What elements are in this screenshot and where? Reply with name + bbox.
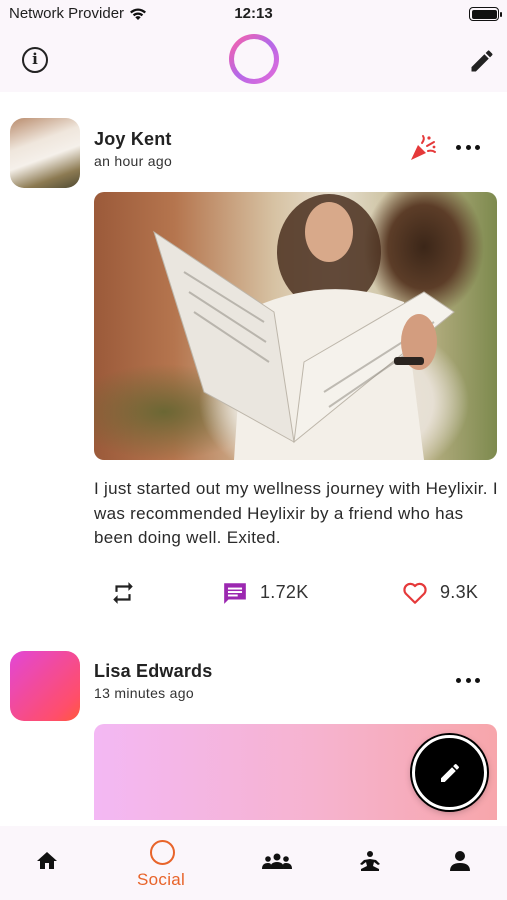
status-bar: Network Provider 12:13 (0, 0, 507, 28)
create-post-button[interactable] (412, 735, 487, 810)
meditation-icon[interactable] (357, 850, 383, 874)
avatar[interactable] (10, 651, 80, 721)
post-time: an hour ago (94, 153, 173, 169)
social-ring-icon[interactable] (150, 840, 175, 865)
post-author[interactable]: Joy Kent (94, 129, 172, 150)
like-count: 9.3K (440, 582, 479, 602)
repost-icon[interactable] (110, 580, 136, 606)
celebrate-icon[interactable] (408, 133, 438, 163)
more-options-icon[interactable] (456, 142, 480, 152)
post-actions: 1.72K 9.3K (0, 578, 507, 608)
battery-icon (469, 7, 502, 21)
post-time: 13 minutes ago (94, 685, 194, 701)
post-author[interactable]: Lisa Edwards (94, 661, 212, 682)
edit-icon[interactable] (468, 47, 496, 75)
post-image[interactable] (94, 192, 497, 460)
avatar[interactable] (10, 118, 80, 188)
status-time: 12:13 (234, 5, 273, 22)
app-header: i (0, 28, 507, 92)
profile-icon[interactable] (448, 848, 472, 874)
heart-icon[interactable] (402, 581, 428, 605)
post-text: I just started out my wellness journey w… (94, 479, 498, 547)
nav-label-social[interactable]: Social (137, 870, 185, 890)
groups-icon[interactable] (261, 852, 293, 872)
home-icon[interactable] (35, 849, 59, 873)
edit-icon (441, 763, 460, 782)
reading-woman-illustration (153, 194, 455, 460)
comment-icon[interactable] (222, 581, 248, 605)
info-icon[interactable]: i (22, 47, 48, 73)
comment-count: 1.72K (260, 582, 309, 602)
app-logo[interactable] (229, 34, 279, 84)
bottom-nav: Social (0, 826, 507, 900)
more-options-icon[interactable] (456, 675, 480, 685)
